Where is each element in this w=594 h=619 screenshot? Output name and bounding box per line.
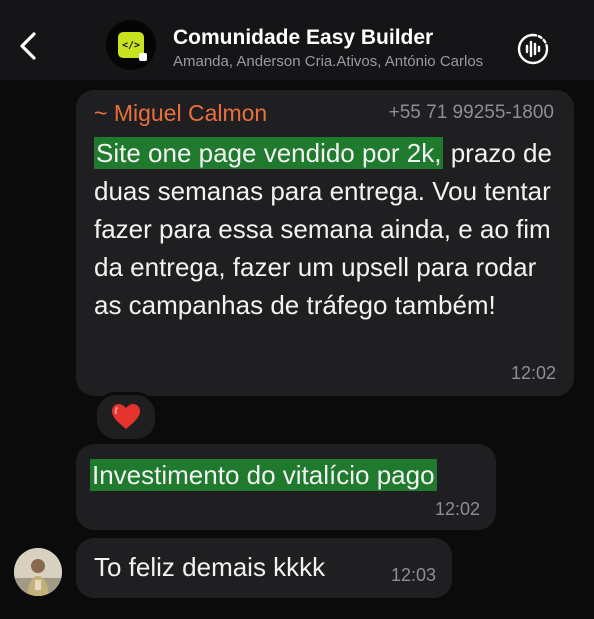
group-members[interactable]: Amanda, Anderson Cria.Ativos, António Ca… — [173, 53, 503, 70]
message-text: Investimento do vitalício pago — [90, 456, 490, 494]
message-time: 12:03 — [390, 565, 436, 585]
group-avatar[interactable]: </> — [106, 20, 156, 70]
highlighted-text: Site one page vendido por 2k, — [94, 137, 444, 169]
message-bubble[interactable]: ~ Miguel Calmon +55 71 99255-1800 Site o… — [76, 90, 574, 396]
chevron-left-icon — [20, 32, 36, 60]
message-time: 12:02 — [434, 499, 480, 519]
heart-icon — [112, 404, 140, 429]
voice-chat-button[interactable] — [512, 28, 554, 70]
message-time: 12:02 — [510, 363, 556, 383]
cursor-icon — [139, 53, 147, 61]
sender-phone: +55 71 99255-1800 — [388, 102, 554, 123]
person-photo-icon — [14, 548, 62, 596]
highlighted-text: Investimento do vitalício pago — [90, 459, 437, 491]
sender-name[interactable]: ~ Miguel Calmon — [94, 100, 267, 127]
sender-avatar[interactable] — [14, 548, 62, 596]
back-button[interactable] — [10, 26, 46, 66]
avatar-glyph: </> — [121, 39, 141, 51]
message-bubble[interactable]: To feliz demais kkkk 12:03 — [76, 538, 452, 598]
message-text: To feliz demais kkkk — [94, 552, 326, 582]
chat-header: </> Comunidade Easy Builder Amanda, Ande… — [0, 0, 594, 80]
waveform-icon — [517, 33, 549, 65]
group-title[interactable]: Comunidade Easy Builder — [173, 26, 433, 50]
message-bubble[interactable]: Investimento do vitalício pago 12:02 — [76, 444, 496, 530]
heart-reaction[interactable] — [94, 392, 158, 442]
message-text: Site one page vendido por 2k, prazo de d… — [94, 134, 564, 324]
code-logo-icon: </> — [118, 32, 147, 61]
